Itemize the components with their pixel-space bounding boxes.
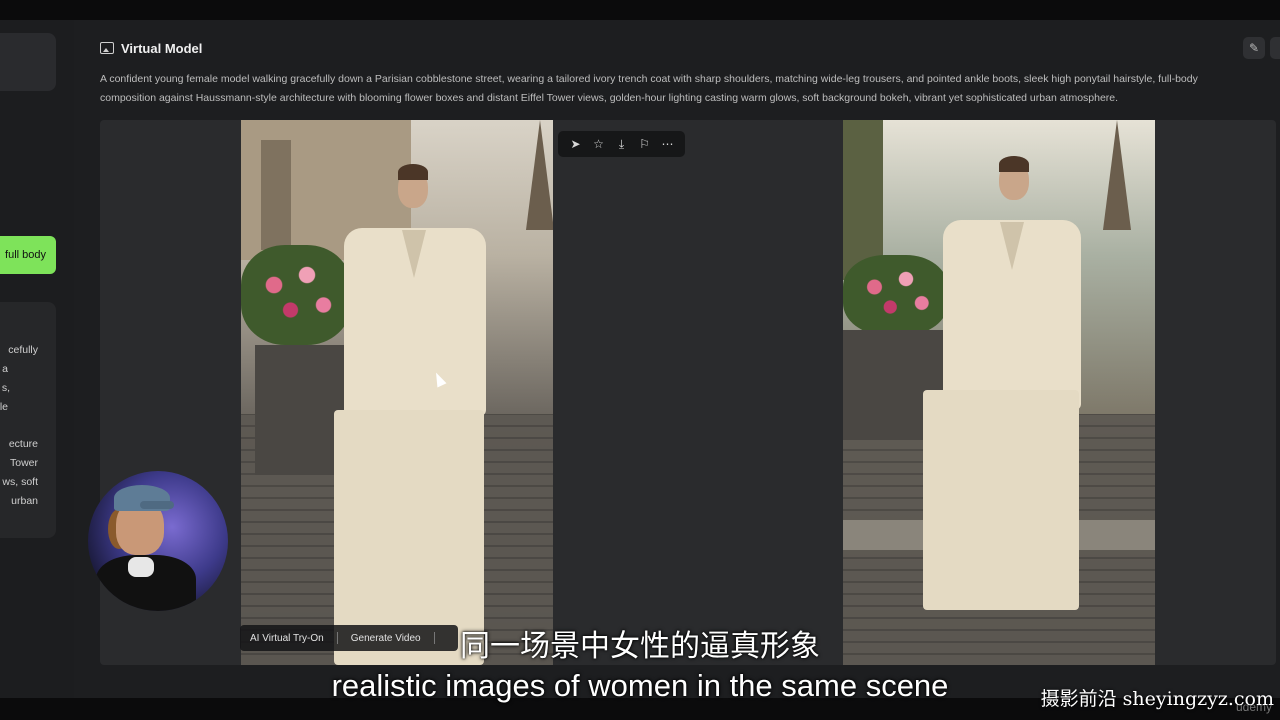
watermark: 摄影前沿 sheyingzyz.com [1040,688,1274,710]
card-line: cefully [8,344,38,356]
send-icon[interactable]: ➤ [568,137,584,151]
model-hair [999,156,1029,172]
card-line: le [0,401,8,413]
download-icon[interactable]: ⤓ [614,137,630,152]
eiffel-tower [1103,120,1131,230]
model-trousers [923,390,1079,610]
presenter-webcam [88,471,228,611]
model-hair [398,164,428,180]
more-button[interactable] [1270,37,1280,59]
full-body-button[interactable]: full body [0,236,56,274]
card-line: ecture [8,438,38,450]
virtual-model-panel: Virtual Model ✎ A confident young female… [74,20,1280,698]
edit-button[interactable]: ✎ [1243,37,1265,59]
prompt-text: A confident young female model walking g… [100,73,1198,104]
card-line: Tower [9,457,38,469]
prompt-history-card[interactable]: cefully a s, le ecture Tower ws, soft ur… [0,302,56,538]
full-body-button-label: full body [5,249,46,261]
presenter-cap-brim [140,501,174,509]
microphone [128,557,154,577]
panel-header: Virtual Model [100,40,202,56]
flower-box [843,255,948,335]
building-door [261,140,291,250]
more-icon[interactable]: ⋯ [660,137,676,151]
eiffel-tower [526,120,553,230]
card-line: a [2,363,8,375]
card-line: s, [1,382,10,394]
flag-icon[interactable]: ⚐ [637,137,653,151]
subtitle-chinese: 同一场景中女性的逼真形象 [460,629,820,664]
card-line: urban [11,495,38,507]
jacket-lapel [402,230,426,278]
pencil-icon: ✎ [1248,41,1260,55]
jacket-lapel [1000,222,1024,270]
sidebar: full body cefully a s, le ecture Tower w… [0,20,74,698]
star-icon[interactable]: ☆ [591,137,607,151]
generated-image-1[interactable] [241,120,553,665]
generated-image-2[interactable] [843,120,1155,665]
top-bar [0,0,1280,20]
image-icon [100,42,114,54]
card-line: ws, soft [2,476,38,488]
flower-box [241,245,351,345]
sidebar-block[interactable] [0,33,56,91]
image-toolbar: ➤ ☆ ⤓ ⚐ ⋯ [558,131,685,157]
generated-images [100,120,1276,665]
panel-title: Virtual Model [121,40,203,56]
